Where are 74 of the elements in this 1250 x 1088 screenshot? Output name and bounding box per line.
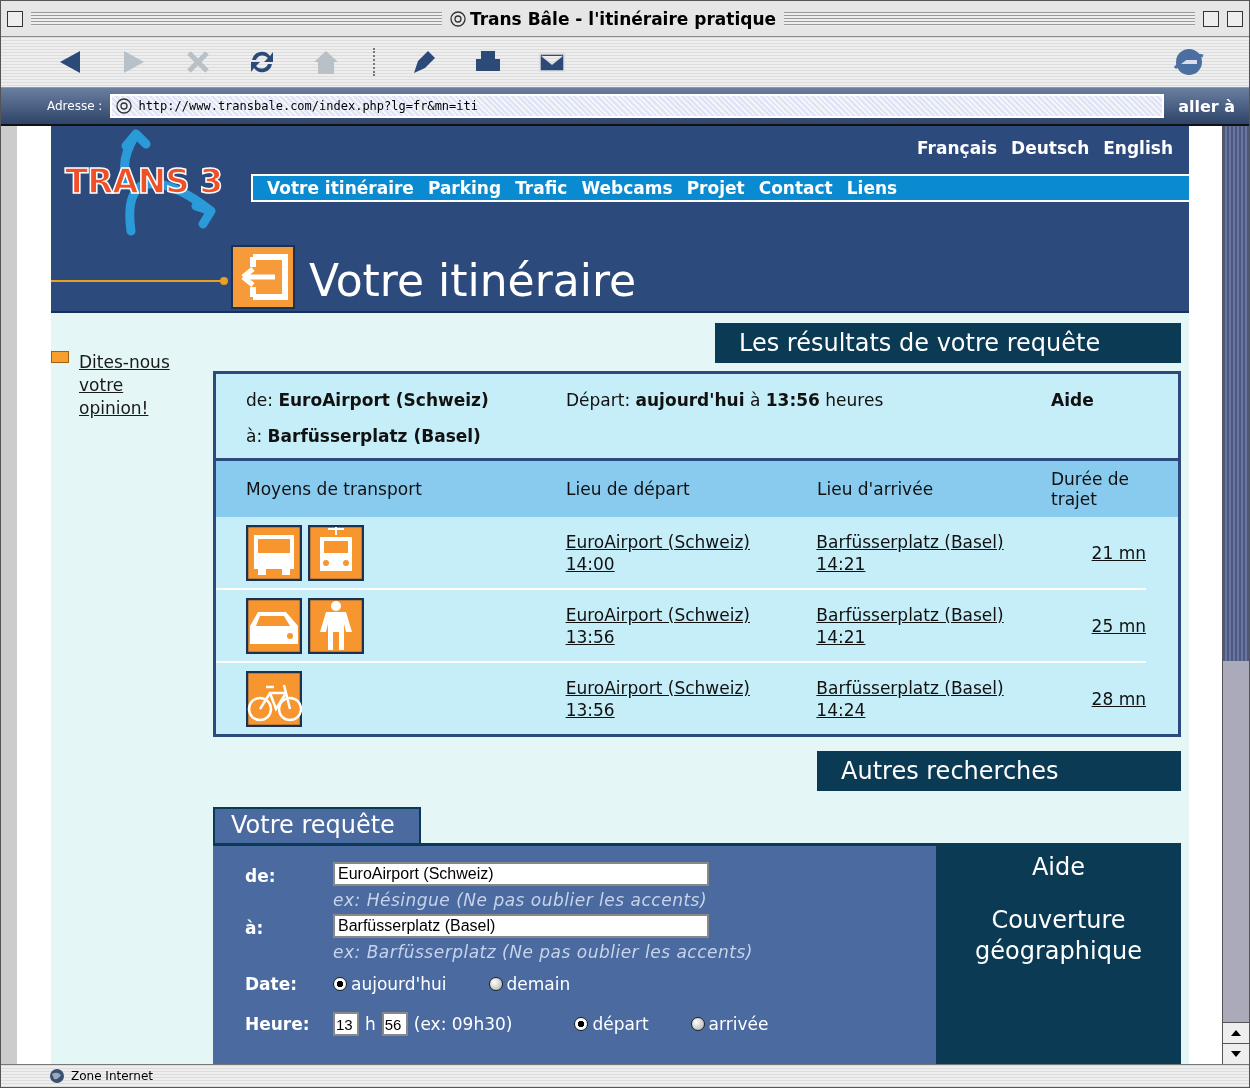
arrival-link[interactable]: Barfüsserplatz (Basel) 14:24: [816, 676, 1051, 721]
duration-link[interactable]: 28 mn: [1091, 688, 1146, 709]
field-label: Date:: [245, 974, 299, 994]
hour-field[interactable]: 13: [333, 1012, 359, 1036]
arrival-link[interactable]: Barfüsserplatz (Basel) 14:21: [816, 530, 1051, 575]
destination-field[interactable]: Barfüsserplatz (Basel): [333, 914, 709, 938]
departure-text: Départ: aujourd'hui à 13:56 heures: [566, 390, 885, 410]
date-radio[interactable]: demain: [488, 974, 571, 994]
column-header: Lieu de départ: [566, 479, 691, 499]
departure-link[interactable]: EuroAirport (Schweiz) 13:56: [565, 603, 817, 648]
results-heading: Les résultats de votre requête: [715, 323, 1181, 363]
origin-text: de: EuroAirport (Schweiz): [246, 390, 490, 410]
help-panel-link[interactable]: Aide: [1031, 852, 1086, 883]
field-label: Heure:: [245, 1014, 311, 1034]
arrival-link[interactable]: Barfüsserplatz (Basel) 14:21: [816, 603, 1051, 648]
scroll-down-icon[interactable]: [1223, 1043, 1249, 1064]
language-link[interactable]: Deutsch: [1011, 138, 1090, 168]
bus-icon: [246, 524, 302, 581]
close-box[interactable]: [7, 10, 23, 27]
envelope-icon: [51, 351, 69, 363]
radio-icon[interactable]: [488, 977, 503, 991]
nav-link[interactable]: Liens: [846, 178, 898, 198]
bike-icon: [246, 670, 302, 727]
column-header: Moyens de transport: [246, 479, 423, 499]
time-mode-radio[interactable]: arrivée: [690, 1014, 769, 1034]
time-hint: (ex: 09h30): [413, 1014, 513, 1034]
radio-icon[interactable]: [574, 1017, 589, 1031]
collapse-box[interactable]: [1203, 10, 1219, 27]
field-label: de:: [245, 865, 277, 886]
radio-icon[interactable]: [690, 1017, 705, 1031]
zoom-box[interactable]: [1227, 10, 1243, 27]
help-panel-link[interactable]: Couverture géographique: [936, 905, 1181, 967]
tram-icon: [308, 524, 364, 581]
help-link[interactable]: Aide: [1051, 390, 1094, 410]
other-searches-heading[interactable]: Autres recherches: [817, 751, 1181, 791]
page-title: Votre itinéraire: [309, 255, 637, 306]
duration-link[interactable]: 25 mn: [1091, 615, 1146, 636]
globe-icon: [49, 1068, 65, 1084]
duration-link[interactable]: 21 mn: [1091, 542, 1146, 563]
at-sign-icon: [449, 10, 466, 27]
vertical-scrollbar[interactable]: [1222, 126, 1249, 1064]
nav-link[interactable]: Projet: [686, 178, 745, 198]
scroll-up-icon[interactable]: [1223, 1022, 1249, 1043]
departure-link[interactable]: EuroAirport (Schweiz) 14:00: [565, 530, 817, 575]
origin-field[interactable]: EuroAirport (Schweiz): [333, 862, 709, 886]
date-radio[interactable]: aujourd'hui: [333, 974, 447, 994]
field-label: à:: [245, 917, 265, 938]
column-header: Lieu d'arrivée: [817, 479, 935, 499]
column-header: Durée de trajet: [1051, 469, 1131, 509]
at-sign-icon: [116, 98, 133, 114]
radio-icon[interactable]: [333, 977, 347, 991]
language-link[interactable]: Français: [917, 138, 998, 168]
hint-text: ex: Hésingue (Ne pas oublier les accents): [333, 890, 709, 910]
feedback-link[interactable]: Dites-nous votre opinion!: [79, 351, 189, 420]
toolbar-separator: [373, 48, 377, 76]
window-title: Trans Bâle - l'itinéraire pratique: [449, 8, 777, 29]
departure-link[interactable]: EuroAirport (Schweiz) 13:56: [565, 676, 817, 721]
nav-link[interactable]: Parking: [427, 178, 502, 198]
go-button[interactable]: aller à: [1172, 95, 1241, 117]
destination-text: à: Barfüsserplatz (Basel): [246, 426, 482, 446]
status-text: Zone Internet: [71, 1069, 153, 1083]
time-mode-radio[interactable]: départ: [574, 1014, 649, 1034]
nav-link[interactable]: Webcams: [581, 178, 673, 198]
nav-link[interactable]: Votre itinéraire: [267, 178, 414, 198]
nav-link[interactable]: Trafic: [515, 178, 568, 198]
walk-icon: [308, 597, 364, 654]
nav-link[interactable]: Contact: [758, 178, 833, 198]
hint-text: ex: Barfüsserplatz (Ne pas oublier les accents): [333, 942, 753, 962]
address-field[interactable]: http://www.transbale.com/index.php?lg=fr&mn=iti: [110, 94, 1165, 118]
hour-separator: h: [365, 1014, 376, 1034]
address-label: Adresse :: [47, 99, 103, 113]
language-link[interactable]: English: [1103, 138, 1173, 168]
car-icon: [246, 597, 302, 654]
minute-field[interactable]: 56: [381, 1012, 408, 1036]
